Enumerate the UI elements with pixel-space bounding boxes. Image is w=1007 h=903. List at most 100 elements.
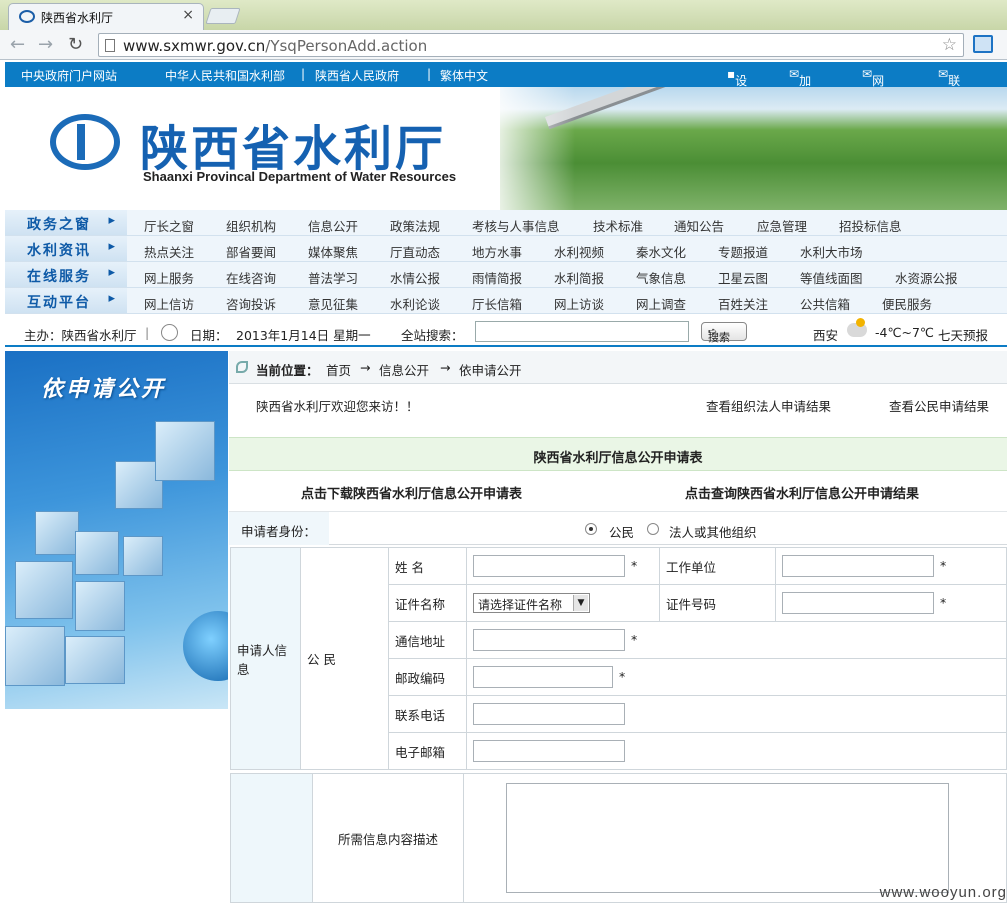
id-number-input[interactable] (782, 592, 934, 614)
site-search-input[interactable] (475, 321, 689, 342)
nav-item[interactable]: 厅直动态 (390, 242, 440, 261)
nav-item[interactable]: 意见征集 (308, 294, 358, 313)
top-link[interactable]: ✉ 网站地图 (862, 67, 884, 139)
browser-tab-strip: 陕西省水利厅 × (0, 0, 1007, 30)
nav-item[interactable]: 网上信访 (144, 294, 194, 313)
forward-arrow-icon[interactable]: → (38, 34, 53, 55)
breadcrumb-home[interactable]: 首页 (326, 360, 351, 379)
url-text: www.sxmwr.gov.cn/YsqPersonAdd.action (123, 37, 428, 55)
postcode-input[interactable] (473, 666, 613, 688)
nav-row-interaction: 互动平台 网上信访 咨询投诉 意见征集 水利论谈 厅长信箱 网上访谈 网上调查 … (5, 288, 1007, 314)
browser-toolbar: ← → ↻ www.sxmwr.gov.cn/YsqPersonAdd.acti… (0, 30, 1007, 60)
nav-item[interactable]: 水情公报 (390, 268, 440, 287)
nav-item[interactable]: 秦水文化 (636, 242, 686, 261)
work-unit-label: 工作单位 (659, 547, 776, 585)
breadcrumb-label: 当前位置： (256, 363, 319, 378)
work-unit-input[interactable] (782, 555, 934, 577)
nav-category[interactable]: 在线服务 (5, 262, 127, 287)
nav-category[interactable]: 水利资讯 (5, 236, 127, 261)
nav-item[interactable]: 考核与人事信息 (472, 216, 560, 235)
name-label: 姓 名 (388, 547, 467, 585)
nav-item[interactable]: 等值线面图 (800, 268, 863, 287)
nav-item[interactable]: 便民服务 (882, 294, 932, 313)
nav-row-services: 在线服务 网上服务 在线咨询 普法学习 水情公报 雨情简报 水利简报 气象信息 … (5, 262, 1007, 288)
nav-item[interactable]: 卫星云图 (718, 268, 768, 287)
top-link[interactable]: ▪设为首页 (727, 67, 747, 139)
query-results-link[interactable]: 点击查询陕西省水利厅信息公开申请结果 (685, 483, 919, 502)
tab-title: 陕西省水利厅 (41, 11, 114, 25)
nav-item[interactable]: 应急管理 (757, 216, 807, 235)
name-input[interactable] (473, 555, 625, 577)
cube-shape (123, 536, 163, 576)
nav-item[interactable]: 水利简报 (554, 268, 604, 287)
nav-category[interactable]: 互动平台 (5, 288, 127, 313)
nav-item[interactable]: 网上调查 (636, 294, 686, 313)
reload-icon[interactable]: ↻ (68, 34, 83, 55)
back-arrow-icon[interactable]: ← (10, 34, 25, 55)
radio-organization[interactable] (647, 523, 659, 535)
close-tab-icon[interactable]: × (182, 7, 194, 23)
nav-item[interactable]: 网上访谈 (554, 294, 604, 313)
nav-item[interactable]: 咨询投诉 (226, 294, 276, 313)
radio-citizen-label: 公民 (609, 525, 635, 540)
breadcrumb-info-public[interactable]: 信息公开 (379, 360, 429, 379)
nav-item[interactable]: 通知公告 (674, 216, 724, 235)
nav-item[interactable]: 政策法规 (390, 216, 440, 235)
nav-item[interactable]: 地方水事 (472, 242, 522, 261)
nav-item[interactable]: 网上服务 (144, 268, 194, 287)
nav-item[interactable]: 在线咨询 (226, 268, 276, 287)
id-type-select[interactable]: 请选择证件名称 ▼ (473, 593, 590, 613)
phone-input[interactable] (473, 703, 625, 725)
org-results-link[interactable]: 查看组织法人申请结果 (706, 396, 831, 415)
nav-item[interactable]: 信息公开 (308, 216, 358, 235)
nav-item[interactable]: 媒体聚焦 (308, 242, 358, 261)
top-link[interactable]: ✉ 加入收藏 (789, 67, 811, 139)
chevron-down-icon: ▼ (573, 595, 588, 611)
nav-item[interactable]: 雨情简报 (472, 268, 522, 287)
host-text: 主办：陕西省水利厅 (24, 328, 137, 343)
nav-item[interactable]: 专题报道 (718, 242, 768, 261)
bookmark-star-icon[interactable]: ☆ (942, 35, 957, 55)
nav-item[interactable]: 厅长之窗 (144, 216, 194, 235)
nav-item[interactable]: 厅长信箱 (472, 294, 522, 313)
search-button[interactable]: 搜索 ➪ (701, 322, 747, 344)
top-link[interactable]: 陕西省人民政府 (315, 67, 399, 84)
weather-cloud-sun-icon (847, 318, 867, 337)
cube-shape (65, 636, 125, 684)
nav-item[interactable]: 热点关注 (144, 242, 194, 261)
browser-menu-icon[interactable] (973, 35, 993, 53)
nav-item[interactable]: 公共信箱 (800, 294, 850, 313)
top-link[interactable]: ✉ 联系我们 (938, 67, 960, 139)
download-form-link[interactable]: 点击下载陕西省水利厅信息公开申请表 (301, 483, 522, 502)
weather-temp: -4℃~7℃ (875, 325, 934, 340)
forecast-link[interactable]: 七天预报 (938, 325, 988, 344)
nav-item[interactable]: 气象信息 (636, 268, 686, 287)
nav-item[interactable]: 部省要闻 (226, 242, 276, 261)
required-mark: * (631, 631, 638, 647)
address-bar[interactable]: www.sxmwr.gov.cn/YsqPersonAdd.action ☆ (98, 33, 964, 57)
top-link[interactable]: 中华人民共和国水利部 (165, 67, 285, 84)
cube-shape (75, 581, 125, 631)
nav-item[interactable]: 招投标信息 (839, 216, 902, 235)
top-link[interactable]: 中央政府门户网站 (21, 67, 117, 84)
nav-item[interactable]: 百姓关注 (718, 294, 768, 313)
citizen-results-link[interactable]: 查看公民申请结果 (889, 396, 989, 415)
nav-item[interactable]: 水资源公报 (895, 268, 958, 287)
date-label: 日期： (190, 328, 228, 343)
nav-item[interactable]: 水利视频 (554, 242, 604, 261)
nav-item[interactable]: 水利论谈 (390, 294, 440, 313)
nav-category[interactable]: 政务之窗 (5, 210, 127, 235)
nav-item[interactable]: 技术标准 (593, 216, 643, 235)
email-input[interactable] (473, 740, 625, 762)
nav-item[interactable]: 水利大市场 (800, 242, 863, 261)
main-content: 当前位置： 首页 → 信息公开 → 依申请公开 陕西省水利厅欢迎您来访！！ 查看… (229, 351, 1007, 903)
description-textarea[interactable] (506, 783, 949, 893)
nav-item[interactable]: 组织机构 (226, 216, 276, 235)
new-tab-button[interactable] (205, 8, 241, 24)
browser-tab[interactable]: 陕西省水利厅 × (8, 3, 204, 30)
top-link[interactable]: 繁体中文 (440, 67, 488, 84)
welcome-text: 陕西省水利厅欢迎您来访！！ (256, 399, 419, 414)
radio-citizen[interactable] (585, 523, 597, 535)
nav-item[interactable]: 普法学习 (308, 268, 358, 287)
address-input[interactable] (473, 629, 625, 651)
